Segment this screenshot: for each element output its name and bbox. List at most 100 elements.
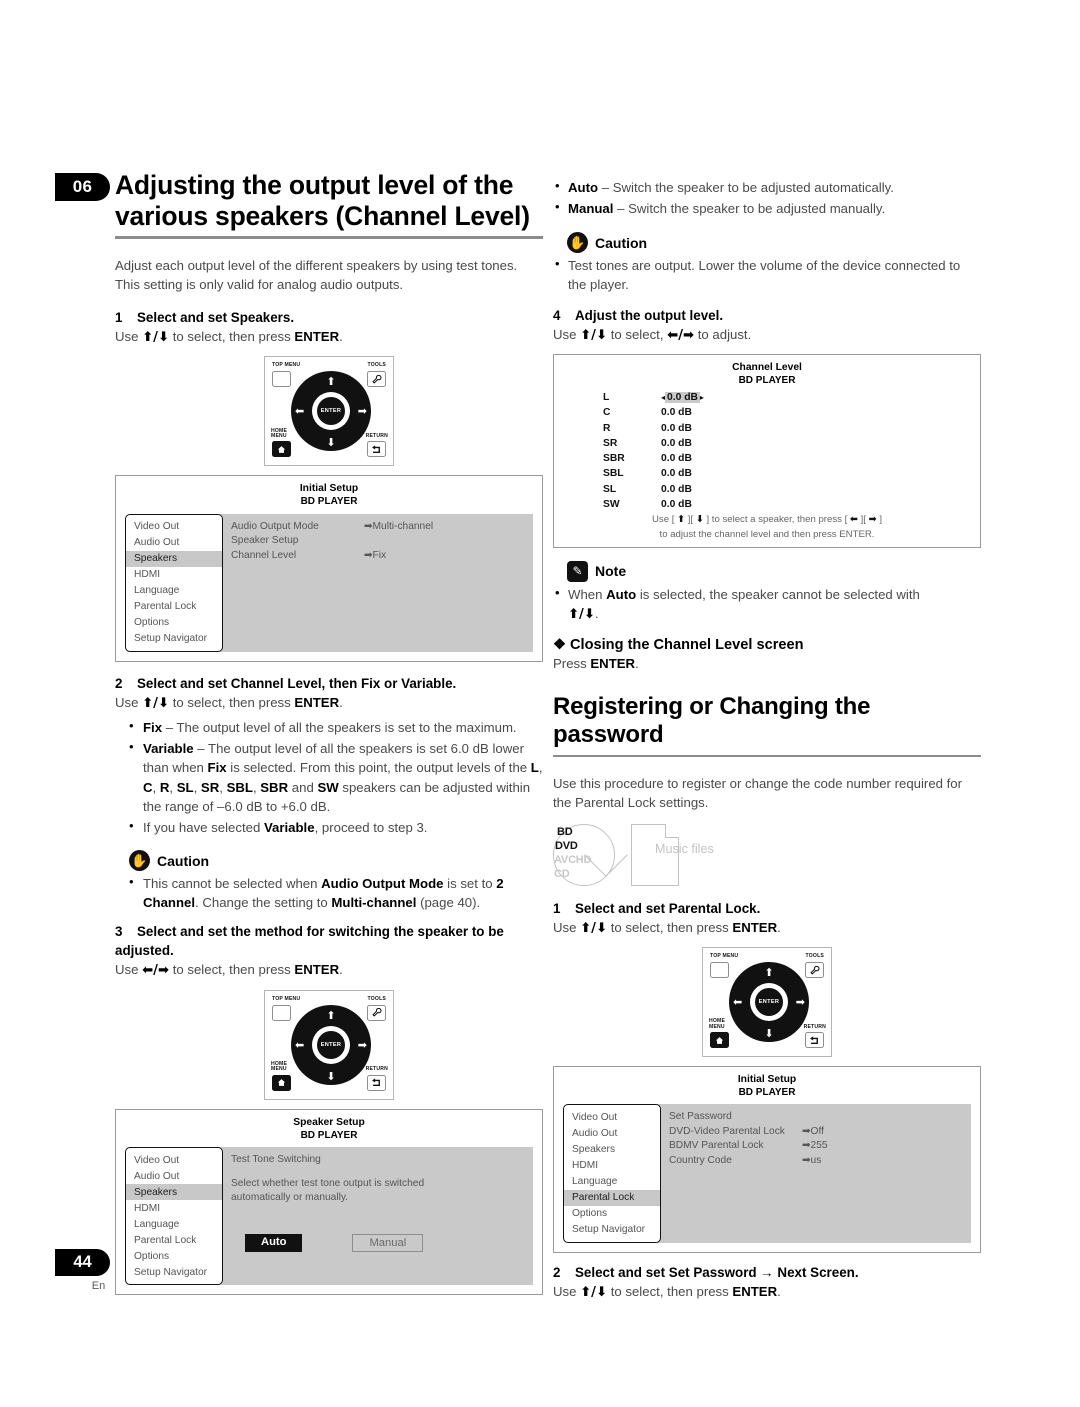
remote3-top-menu-button[interactable]: [710, 962, 729, 979]
remote1-right-arrow-icon[interactable]: ➡: [358, 406, 367, 417]
caution-list-left: This cannot be selected when Audio Outpu…: [115, 873, 543, 912]
diamond-marker-icon: ❖: [553, 637, 567, 654]
channel-row-r[interactable]: R 0.0 dB: [603, 421, 971, 436]
osd2-menu-item-audio-out[interactable]: Audio Out: [126, 1168, 222, 1184]
channel-row-sl[interactable]: SL 0.0 dB: [603, 482, 971, 497]
osd2-manual-button[interactable]: Manual: [352, 1233, 424, 1252]
media-file-label: Music files: [655, 841, 714, 856]
channel-row-sw[interactable]: SW 0.0 dB: [603, 497, 971, 512]
osd1-menu-list: Video Out Audio Out Speakers HDMI Langua…: [125, 513, 223, 652]
osd1-menu-item-speakers[interactable]: Speakers: [126, 550, 222, 567]
pl-step-2-title: Select and set Set Password → Next Scree…: [575, 1264, 859, 1280]
remote1-down-arrow-icon[interactable]: ⬇: [326, 437, 335, 448]
osd4-menu-item-video-out[interactable]: Video Out: [564, 1109, 660, 1125]
remote1-up-arrow-icon[interactable]: ⬆: [326, 376, 335, 387]
intro-paragraph: Adjust each output level of the differen…: [115, 258, 518, 292]
channel-name-c: C: [603, 407, 611, 419]
channel-row-sbr[interactable]: SBR 0.0 dB: [603, 451, 971, 466]
remote1-left-arrow-icon[interactable]: ⬅: [295, 406, 304, 417]
remote3-tools-label: TOOLS: [805, 953, 824, 960]
remote1-directional-pad[interactable]: ⬆ ⬇ ⬅ ➡ ENTER: [291, 371, 371, 452]
osd2-menu-item-options[interactable]: Options: [126, 1248, 222, 1264]
step-1-number: 1: [115, 310, 123, 325]
osd1-menu-item-setup-navigator[interactable]: Setup Navigator: [126, 631, 222, 647]
osd2-menu-item-speakers[interactable]: Speakers: [126, 1184, 222, 1201]
osd2-menu-item-video-out[interactable]: Video Out: [126, 1152, 222, 1168]
osd2-menu-item-language[interactable]: Language: [126, 1216, 222, 1232]
osd4-row-bdmv-parental-lock[interactable]: BDMV Parental Lock ➡255: [669, 1139, 971, 1153]
osd4-menu-item-audio-out[interactable]: Audio Out: [564, 1125, 660, 1141]
remote2-return-label: RETURN: [365, 1066, 388, 1073]
pl-step-2-instruction: Use ⬆/⬇ to select, then press ENTER.: [553, 1283, 781, 1300]
page-language-code: En: [91, 1280, 106, 1292]
channel-row-sr[interactable]: SR 0.0 dB: [603, 436, 971, 451]
remote2-directional-pad[interactable]: ⬆ ⬇ ⬅ ➡ ENTER: [291, 1004, 371, 1085]
right-caret-icon[interactable]: ▸: [700, 393, 704, 402]
channel-value-l[interactable]: ◂ 0.0 dB ▸: [661, 390, 704, 405]
osd1-row-speaker-setup[interactable]: Speaker Setup: [231, 534, 533, 548]
osd4-menu-item-setup-navigator[interactable]: Setup Navigator: [564, 1222, 660, 1238]
osd1-menu-item-video-out[interactable]: Video Out: [126, 519, 222, 535]
channel-row-c[interactable]: C 0.0 dB: [603, 405, 971, 420]
step-4-heading: 4 Adjust the output level.: [553, 307, 981, 325]
remote3-directional-pad[interactable]: ⬆ ⬇ ⬅ ➡ ENTER: [729, 962, 809, 1043]
remote3-down-arrow-icon[interactable]: ⬇: [764, 1028, 773, 1039]
osd1-row-channel-level[interactable]: Channel Level ➡Fix: [231, 549, 533, 563]
bullet-variable: Variable – The output level of all the s…: [115, 738, 543, 816]
remote2-tools-label: TOOLS: [367, 995, 386, 1002]
remote2-right-arrow-icon[interactable]: ➡: [358, 1039, 367, 1050]
remote2-down-arrow-icon[interactable]: ⬇: [326, 1071, 335, 1082]
remote3-home-menu-button[interactable]: [710, 1032, 729, 1049]
osd4-row-set-password[interactable]: Set Password: [669, 1110, 971, 1124]
osd1-menu-item-hdmi[interactable]: HDMI: [126, 567, 222, 583]
remote1-return-button[interactable]: [367, 441, 386, 458]
remote2-home-menu-button[interactable]: [272, 1074, 291, 1091]
osd4-menu-item-options[interactable]: Options: [564, 1206, 660, 1222]
osd4-title: Initial Setup BD PLAYER: [563, 1074, 971, 1099]
remote3-tools-button[interactable]: [805, 962, 824, 979]
osd4-menu-item-language[interactable]: Language: [564, 1174, 660, 1190]
step-3-number: 3: [115, 924, 123, 940]
remote3-return-button[interactable]: [805, 1032, 824, 1049]
channel-row-sbl[interactable]: SBL 0.0 dB: [603, 466, 971, 481]
remote-control-figure-1: TOP MENU TOOLS HOME MENU RETURN ⬆ ⬇ ⬅ ➡ …: [264, 356, 394, 467]
osd4-menu-item-speakers[interactable]: Speakers: [564, 1141, 660, 1157]
remote2-top-menu-button[interactable]: [272, 1004, 291, 1021]
osd4-row-dvd-video-parental-lock[interactable]: DVD-Video Parental Lock ➡Off: [669, 1125, 971, 1139]
osd4-row-country-code[interactable]: Country Code ➡us: [669, 1154, 971, 1168]
osd2-menu-item-parental-lock[interactable]: Parental Lock: [126, 1232, 222, 1248]
remote1-tools-button[interactable]: [367, 371, 386, 388]
chapter-heading: 06 Adjusting the output level of the var…: [55, 170, 543, 242]
osd1-row-audio-output-mode[interactable]: Audio Output Mode ➡Multi-channel: [231, 520, 533, 534]
remote2-up-arrow-icon[interactable]: ⬆: [326, 1010, 335, 1021]
remote2-tools-button[interactable]: [367, 1004, 386, 1021]
remote3-up-arrow-icon[interactable]: ⬆: [764, 967, 773, 978]
remote3-enter-button[interactable]: ENTER: [754, 987, 784, 1018]
remote2-left-arrow-icon[interactable]: ⬅: [295, 1039, 304, 1050]
channel-name-sl: SL: [603, 483, 617, 495]
caution-heading-left: ✋ Caution: [129, 850, 543, 872]
osd1-menu-item-options[interactable]: Options: [126, 615, 222, 631]
osd2-menu-item-hdmi[interactable]: HDMI: [126, 1200, 222, 1216]
osd1-menu-item-parental-lock[interactable]: Parental Lock: [126, 599, 222, 615]
remote1-top-menu-button[interactable]: [272, 371, 291, 388]
remote3-left-arrow-icon[interactable]: ⬅: [733, 997, 742, 1008]
osd4-menu-item-parental-lock[interactable]: Parental Lock: [564, 1189, 660, 1206]
channel-row-l[interactable]: L ◂ 0.0 dB ▸: [603, 390, 971, 405]
remote1-enter-button[interactable]: ENTER: [316, 396, 346, 427]
note-label: Note: [595, 563, 627, 580]
disc-label-cd: CD: [554, 867, 570, 880]
osd1-title: Initial Setup BD PLAYER: [125, 483, 533, 508]
step-2-instruction: Use ⬆/⬇ to select, then press ENTER.: [115, 695, 343, 712]
remote1-home-menu-label: HOME MENU: [271, 427, 288, 439]
osd1-menu-item-language[interactable]: Language: [126, 583, 222, 599]
osd2-menu-item-setup-navigator[interactable]: Setup Navigator: [126, 1264, 222, 1280]
osd1-menu-item-audio-out[interactable]: Audio Out: [126, 535, 222, 551]
remote2-enter-button[interactable]: ENTER: [316, 1029, 346, 1060]
remote1-home-menu-button[interactable]: [272, 441, 291, 458]
osd2-auto-button[interactable]: Auto: [245, 1233, 303, 1252]
section-rule: [553, 754, 981, 757]
remote2-return-button[interactable]: [367, 1074, 386, 1091]
osd4-menu-item-hdmi[interactable]: HDMI: [564, 1158, 660, 1174]
remote3-right-arrow-icon[interactable]: ➡: [796, 997, 805, 1008]
